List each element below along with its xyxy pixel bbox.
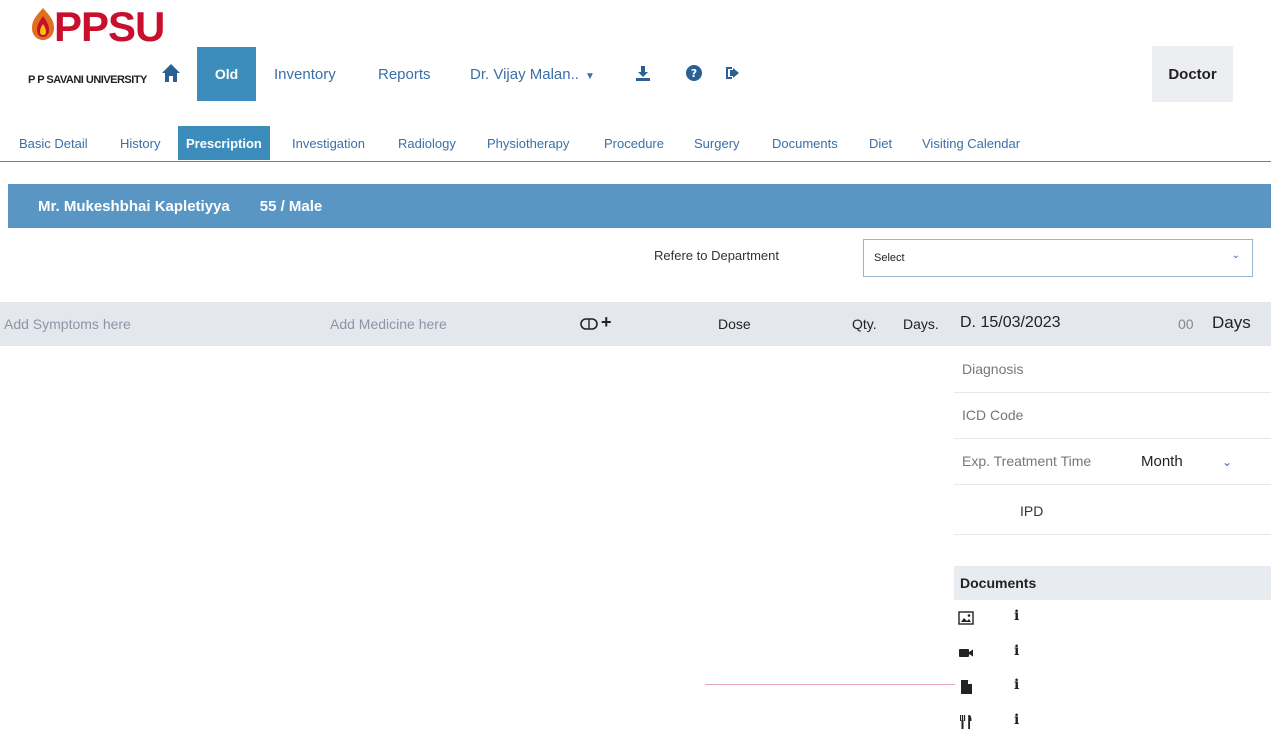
tab-diet[interactable]: Diet (869, 126, 892, 160)
medicine-input[interactable]: Add Medicine here (330, 316, 447, 332)
patient-name: Mr. Mukeshbhai Kapletiyya (38, 197, 230, 215)
doctor-dropdown[interactable]: Dr. Vijay Malan.. ▼ (470, 66, 595, 83)
chevron-down-icon: ⌄ (1231, 250, 1240, 261)
ppsu-logo[interactable]: PPSU P P SAVANI UNIVERSITY (28, 4, 165, 96)
tab-history[interactable]: History (120, 126, 160, 160)
refer-department-select[interactable]: Select ⌄ (863, 239, 1253, 277)
pill-icon[interactable] (580, 318, 598, 330)
days-unit-label: Days (1212, 313, 1251, 332)
info-icon[interactable]: i (1014, 677, 1019, 693)
doctor-name: Dr. Vijay Malan.. (470, 66, 579, 83)
svg-text:?: ? (691, 67, 697, 80)
refer-department-label: Refere to Department (654, 248, 780, 263)
document-item-file: i (958, 677, 1038, 699)
video-icon[interactable] (958, 645, 974, 661)
treatment-time-row: Exp. Treatment Time Month ⌄ (954, 439, 1271, 485)
icd-code-input[interactable]: ICD Code (962, 407, 1023, 423)
info-icon[interactable]: i (1014, 643, 1019, 659)
chevron-down-icon[interactable]: ⌄ (1222, 455, 1232, 469)
utensils-icon[interactable] (958, 714, 974, 730)
treatment-time-select[interactable]: Month (1141, 453, 1183, 470)
tab-prescription[interactable]: Prescription (178, 126, 270, 160)
info-icon[interactable]: i (1014, 608, 1019, 624)
qty-column-header: Qty. (852, 316, 877, 332)
document-item-diet: i (958, 712, 1038, 734)
role-button[interactable]: Doctor (1152, 46, 1233, 102)
tab-basic-detail[interactable]: Basic Detail (19, 126, 88, 160)
icd-code-row: ICD Code (954, 393, 1271, 439)
nav-inventory-link[interactable]: Inventory (274, 66, 336, 83)
brand-subtitle: P P SAVANI UNIVERSITY (28, 74, 147, 86)
plus-icon[interactable]: + (601, 312, 612, 333)
treatment-time-label: Exp. Treatment Time (962, 453, 1092, 469)
download-icon[interactable] (634, 64, 652, 82)
tab-surgery[interactable]: Surgery (694, 126, 740, 160)
tab-visiting-calendar[interactable]: Visiting Calendar (922, 126, 1020, 160)
tab-documents[interactable]: Documents (772, 126, 838, 160)
logout-icon[interactable] (724, 64, 742, 82)
patient-tabs: Basic Detail History Prescription Invest… (0, 126, 1271, 162)
days-count-input[interactable]: 00 (1178, 316, 1194, 332)
document-item-video: i (958, 643, 1038, 665)
tab-radiology[interactable]: Radiology (398, 126, 456, 160)
patient-age-gender: 55 / Male (259, 197, 323, 215)
tab-investigation[interactable]: Investigation (292, 126, 365, 160)
prescription-date[interactable]: D. 15/03/2023 (960, 314, 1061, 332)
nav-old-button[interactable]: Old (197, 47, 256, 101)
prescription-header-row: Add Symptoms here Add Medicine here + Do… (0, 302, 1271, 346)
refer-selected-value: Select (874, 252, 905, 264)
tab-physiotherapy[interactable]: Physiotherapy (487, 126, 569, 160)
documents-header: Documents (954, 566, 1271, 600)
diagnosis-input[interactable]: Diagnosis (962, 361, 1023, 377)
info-icon[interactable]: i (1014, 712, 1019, 728)
top-navbar: PPSU P P SAVANI UNIVERSITY Old Inventory… (0, 0, 1271, 112)
nav-reports-link[interactable]: Reports (378, 66, 431, 83)
divider (705, 684, 955, 685)
ipd-button[interactable]: IPD (1020, 503, 1043, 519)
dose-column-header: Dose (718, 316, 751, 332)
ipd-row: IPD (954, 487, 1271, 535)
patient-banner: Mr. Mukeshbhai Kapletiyya 55 / Male (8, 184, 1271, 228)
symptoms-input[interactable]: Add Symptoms here (4, 316, 131, 332)
diagnosis-row: Diagnosis (954, 347, 1271, 393)
days-column-header: Days. (903, 316, 939, 332)
brand-name: PPSU (54, 3, 165, 50)
help-icon[interactable]: ? (685, 64, 703, 82)
home-icon[interactable] (160, 62, 182, 84)
document-item-image: i (958, 608, 1038, 630)
tab-procedure[interactable]: Procedure (604, 126, 664, 160)
image-icon[interactable] (958, 610, 974, 626)
caret-down-icon: ▼ (584, 71, 595, 82)
file-icon[interactable] (958, 679, 974, 695)
